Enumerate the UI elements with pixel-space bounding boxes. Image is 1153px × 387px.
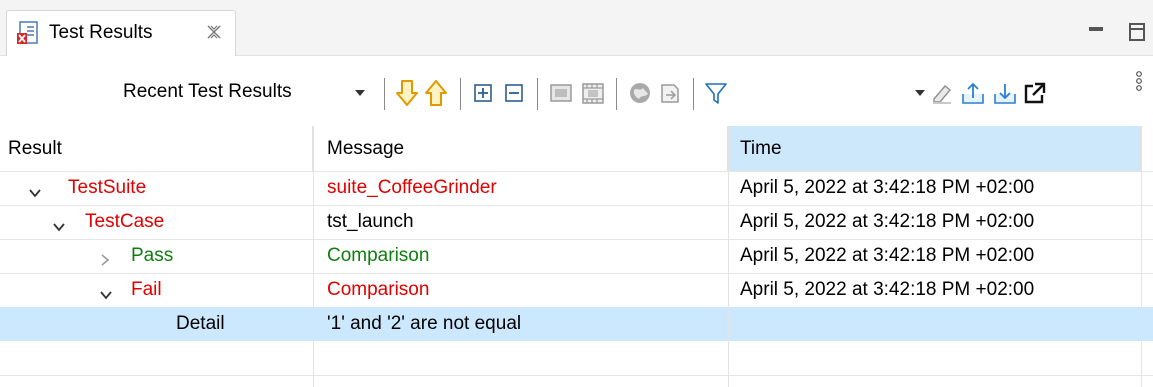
show-screenshot-icon[interactable]: [548, 78, 574, 108]
result-cell: Pass: [131, 245, 174, 266]
export-results-icon[interactable]: [992, 78, 1018, 108]
chevron-down-icon[interactable]: [53, 216, 65, 232]
time-cell: April 5, 2022 at 3:42:18 PM +02:00: [740, 245, 1035, 266]
export-icon[interactable]: [657, 78, 683, 108]
table-row-selected[interactable]: Detail '1' and '2' are not equal: [0, 307, 1153, 341]
clear-icon[interactable]: [929, 78, 955, 108]
results-tree-table: Result Message Time TestSuite suite_Coff…: [0, 126, 1153, 387]
result-cell: Fail: [131, 279, 162, 300]
column-header-message[interactable]: Message: [313, 126, 728, 171]
chevron-down-icon[interactable]: [29, 182, 41, 198]
next-failure-icon[interactable]: [423, 78, 449, 108]
table-row[interactable]: TestSuite suite_CoffeeGrinder April 5, 2…: [0, 171, 1153, 205]
column-divider[interactable]: [313, 126, 314, 387]
toolbar-separator: [616, 78, 617, 110]
show-video-icon[interactable]: [580, 78, 606, 108]
globe-icon[interactable]: [627, 78, 653, 108]
column-divider[interactable]: [1141, 126, 1142, 387]
result-cell: TestCase: [85, 211, 165, 232]
chevron-down-icon[interactable]: [100, 284, 112, 300]
chevron-down-icon[interactable]: [915, 90, 925, 96]
message-cell: Comparison: [327, 245, 430, 266]
tab-title: Test Results: [49, 22, 153, 43]
toolbar: Recent Test Results: [0, 56, 1153, 126]
tab-test-results[interactable]: Test Results: [6, 10, 236, 57]
chevron-right-icon[interactable]: [101, 250, 110, 266]
table-row[interactable]: Fail Comparison April 5, 2022 at 3:42:18…: [0, 273, 1153, 307]
chevron-down-icon[interactable]: [355, 90, 365, 96]
message-cell: suite_CoffeeGrinder: [327, 177, 497, 198]
recent-test-results-button[interactable]: Recent Test Results: [123, 81, 292, 103]
column-divider[interactable]: [728, 126, 729, 387]
toolbar-separator: [460, 78, 461, 110]
message-cell: Comparison: [327, 279, 430, 300]
time-cell: April 5, 2022 at 3:42:18 PM +02:00: [740, 279, 1035, 300]
maximize-icon[interactable]: [1129, 23, 1145, 41]
message-cell: '1' and '2' are not equal: [327, 313, 522, 334]
close-icon[interactable]: [205, 23, 223, 41]
toolbar-separator: [384, 78, 385, 110]
previous-failure-icon[interactable]: [394, 78, 420, 108]
column-header-time[interactable]: Time: [728, 126, 1141, 171]
toolbar-separator: [537, 78, 538, 110]
time-cell: April 5, 2022 at 3:42:18 PM +02:00: [740, 211, 1035, 232]
message-cell: tst_launch: [327, 211, 414, 232]
table-row[interactable]: TestCase tst_launch April 5, 2022 at 3:4…: [0, 205, 1153, 239]
toolbar-separator: [693, 78, 694, 110]
view-menu-icon[interactable]: [1135, 70, 1143, 100]
result-cell: TestSuite: [68, 177, 147, 198]
result-cell: Detail: [176, 313, 225, 334]
collapse-all-icon[interactable]: [502, 78, 528, 108]
table-row[interactable]: Pass Comparison April 5, 2022 at 3:42:18…: [0, 239, 1153, 273]
test-results-icon: [17, 21, 39, 45]
view-tab-bar: Test Results: [0, 0, 1153, 57]
filter-icon[interactable]: [703, 78, 729, 108]
minimize-icon[interactable]: [1089, 27, 1103, 31]
time-cell: April 5, 2022 at 3:42:18 PM +02:00: [740, 177, 1035, 198]
import-icon[interactable]: [960, 78, 986, 108]
column-header-result[interactable]: Result: [0, 126, 313, 171]
expand-all-icon[interactable]: [471, 78, 497, 108]
row-divider: [0, 375, 1153, 376]
open-external-icon[interactable]: [1022, 78, 1048, 108]
